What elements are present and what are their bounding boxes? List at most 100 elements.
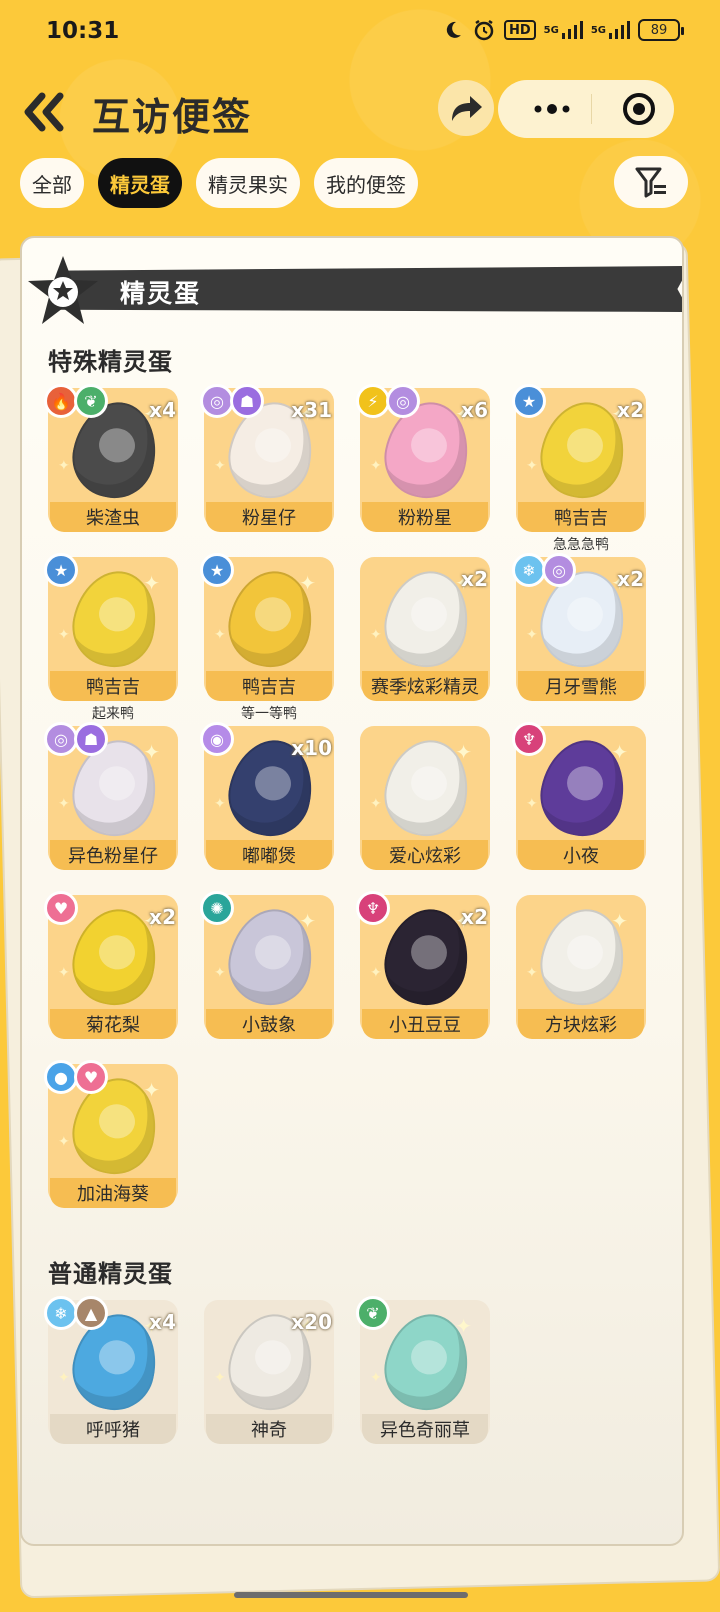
filter-icon: [635, 167, 666, 198]
egg-count: x4: [149, 398, 176, 422]
egg-name: 菊花梨: [50, 1009, 176, 1039]
more-button[interactable]: [516, 80, 588, 138]
type-badges: ✺: [200, 891, 234, 925]
tab-spirit-eggs[interactable]: 精灵蛋: [98, 158, 182, 208]
ghost-type-icon: ☗: [74, 722, 108, 756]
signal-icon: 5G: [544, 18, 583, 42]
demon-type-icon: ♆: [512, 722, 546, 756]
battery-icon: 89: [638, 19, 684, 41]
signal-icon-2: 5G: [591, 18, 630, 42]
type-badges: ❄ ◎: [512, 553, 576, 587]
egg-tile[interactable]: ⚡◎ x6 粉粉星: [356, 384, 490, 538]
type-badges: ⚡ ◎: [356, 384, 420, 418]
spiral-type-icon: ◎: [542, 553, 576, 587]
tab-spirit-fruits[interactable]: 精灵果实: [196, 158, 300, 208]
filter-button[interactable]: [614, 156, 688, 208]
status-icons: HD 5G 5G 89: [442, 18, 684, 42]
egg-tile[interactable]: ★ 鸭吉吉起来鸭: [44, 553, 178, 722]
egg-count: x2: [461, 905, 488, 929]
section-title: 精灵蛋: [120, 279, 202, 308]
egg-name: 赛季炫彩精灵: [362, 671, 488, 701]
egg-tile[interactable]: 方块炫彩: [516, 895, 646, 1045]
egg-tile[interactable]: 🔥❦ x4 柴渣虫: [44, 384, 178, 538]
demon-type-icon: ♆: [356, 891, 390, 925]
egg-name: 异色奇丽草: [362, 1414, 488, 1444]
star-type-icon: ★: [44, 553, 78, 587]
egg-variant-name: 急急急鸭: [553, 537, 609, 553]
heart-type-icon: ♥: [74, 1060, 108, 1094]
share-arrow-icon: [452, 96, 482, 121]
moon-icon: [442, 18, 464, 42]
egg-name: 鸭吉吉: [518, 502, 644, 532]
egg-name: 加油海葵: [50, 1178, 176, 1208]
egg-name: 爱心炫彩: [362, 840, 488, 870]
egg-tile[interactable]: ♥ x2 菊花梨: [44, 891, 178, 1045]
double-chevron-left-icon: [24, 92, 64, 132]
gear-type-icon: ✺: [200, 891, 234, 925]
egg-tile[interactable]: ❄◎ x2 月牙雪熊: [512, 553, 646, 707]
egg-name: 鸭吉吉: [206, 671, 332, 701]
fire-type-icon: 🔥: [44, 384, 78, 418]
egg-name: 小鼓象: [206, 1009, 332, 1039]
egg-count: x2: [149, 905, 176, 929]
egg-name: 鸭吉吉: [50, 671, 176, 701]
egg-name: 小夜: [518, 840, 644, 870]
normal-eggs-title: 普通精灵蛋: [48, 1260, 173, 1288]
egg-tile[interactable]: ★ x2 鸭吉吉急急急鸭: [512, 384, 646, 553]
egg-tile[interactable]: x20 神奇: [204, 1300, 334, 1450]
type-badges: ♥: [44, 891, 78, 925]
egg-tile[interactable]: x2 赛季炫彩精灵: [360, 557, 490, 707]
type-badges: 🔥 ❦: [44, 384, 108, 418]
egg-name: 月牙雪熊: [518, 671, 644, 701]
type-badges: ★: [44, 553, 78, 587]
egg-tile[interactable]: ★ 鸭吉吉等一等鸭: [200, 553, 334, 722]
egg-tile[interactable]: ♆ 小夜: [512, 722, 646, 876]
egg-tile[interactable]: ◎☗ x31 粉星仔: [200, 384, 334, 538]
section-banner: 精灵蛋: [28, 256, 682, 324]
egg-name: 神奇: [206, 1414, 332, 1444]
close-miniprogram-button[interactable]: [610, 80, 668, 138]
content-card: 精灵蛋 特殊精灵蛋 🔥❦x4柴渣虫◎☗x31粉星仔⚡◎x6粉粉星★x2鸭吉吉急急…: [20, 236, 684, 1546]
egg-tile[interactable]: ♆ x2 小丑豆豆: [356, 891, 490, 1045]
star-type-icon: ★: [512, 384, 546, 418]
egg-tile[interactable]: ❄▲ x4 呼呼猪: [44, 1296, 178, 1450]
spiral-type-icon: ◎: [200, 384, 234, 418]
special-eggs-title: 特殊精灵蛋: [48, 348, 173, 376]
back-button[interactable]: [20, 90, 70, 134]
spiral-type-icon: ◎: [44, 722, 78, 756]
share-button[interactable]: [438, 80, 494, 136]
ice-type-icon: ❄: [44, 1296, 78, 1330]
ground-type-icon: ▲: [74, 1296, 108, 1330]
heart-type-icon: ♥: [44, 891, 78, 925]
egg-tile[interactable]: 爱心炫彩: [360, 726, 490, 876]
category-tabs: 全部 精灵蛋 精灵果实 我的便签: [20, 158, 418, 208]
egg-tile[interactable]: ◎☗ 异色粉星仔: [44, 722, 178, 876]
type-badges: ★: [200, 553, 234, 587]
egg-name: 粉星仔: [206, 502, 332, 532]
egg-variant-name: 起来鸭: [92, 706, 134, 722]
type-badges: ◎ ☗: [44, 722, 108, 756]
grass-type-icon: ❦: [356, 1296, 390, 1330]
egg-count: x2: [617, 398, 644, 422]
egg-tile[interactable]: ❦ 异色奇丽草: [356, 1296, 490, 1450]
tab-all[interactable]: 全部: [20, 158, 84, 208]
bubble-type-icon: ◉: [200, 722, 234, 756]
egg-tile[interactable]: ●♥ 加油海葵: [44, 1060, 178, 1214]
egg-name: 呼呼猪: [50, 1414, 176, 1444]
egg-tile[interactable]: ◉ x10 嘟嘟煲: [200, 722, 334, 876]
egg-name: 粉粉星: [362, 502, 488, 532]
egg-name: 异色粉星仔: [50, 840, 176, 870]
egg-name: 嘟嘟煲: [206, 840, 332, 870]
type-badges: ❦: [356, 1296, 390, 1330]
egg-tile[interactable]: ✺ 小鼓象: [200, 891, 334, 1045]
egg-count: x6: [461, 398, 488, 422]
status-bar: 10:31 HD 5G 5G 89: [0, 0, 720, 62]
grass-type-icon: ❦: [74, 384, 108, 418]
tab-my-notes[interactable]: 我的便签: [314, 158, 418, 208]
type-badges: ♆: [512, 722, 546, 756]
miniprogram-capsule: [498, 80, 674, 138]
egg-count: x10: [291, 736, 332, 760]
egg-name: 柴渣虫: [50, 502, 176, 532]
egg-variant-name: 等一等鸭: [241, 706, 297, 722]
egg-count: x31: [291, 398, 332, 422]
